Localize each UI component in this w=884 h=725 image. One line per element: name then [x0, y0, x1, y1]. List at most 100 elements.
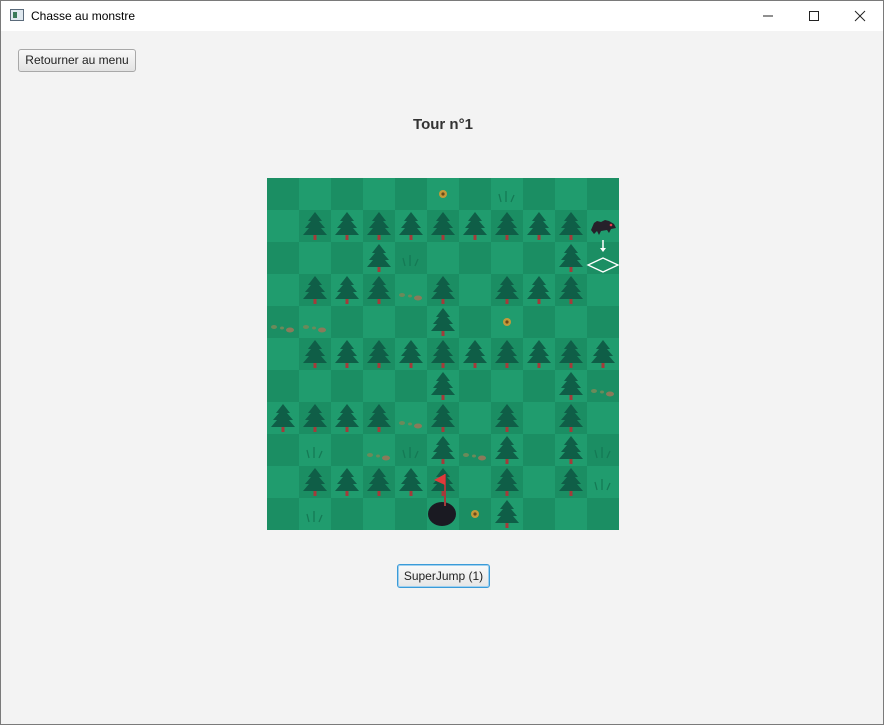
pebble	[414, 423, 422, 429]
board-tile[interactable]	[523, 178, 555, 210]
title-bar: Chasse au monstre	[1, 1, 883, 31]
pebble	[591, 389, 597, 393]
board-tile[interactable]	[299, 498, 331, 530]
board-tile[interactable]	[395, 306, 427, 338]
board-tile[interactable]	[331, 498, 363, 530]
board-tile[interactable]	[587, 370, 619, 402]
board-tile[interactable]	[587, 466, 619, 498]
board-tile[interactable]	[395, 498, 427, 530]
board-tile[interactable]	[363, 306, 395, 338]
pebble	[303, 325, 309, 329]
board-tile[interactable]	[363, 178, 395, 210]
board-tile[interactable]	[395, 402, 427, 434]
pebble	[478, 455, 486, 461]
board-tile[interactable]	[459, 274, 491, 306]
board-tile[interactable]	[299, 434, 331, 466]
board-tile[interactable]	[523, 306, 555, 338]
board-tile[interactable]	[587, 274, 619, 306]
board-tile[interactable]	[299, 370, 331, 402]
board-tile[interactable]	[523, 370, 555, 402]
pebble	[376, 454, 380, 458]
board-tile[interactable]	[331, 306, 363, 338]
minimize-button[interactable]	[745, 1, 791, 31]
board-tile[interactable]	[459, 178, 491, 210]
board-tile[interactable]	[555, 498, 587, 530]
pebble	[414, 295, 422, 301]
board-tile[interactable]	[267, 178, 299, 210]
board-canvas	[267, 178, 619, 530]
game-board[interactable]	[267, 178, 619, 530]
board-tile[interactable]	[587, 178, 619, 210]
board-tile[interactable]	[267, 370, 299, 402]
flower-center	[473, 512, 477, 516]
pebble	[472, 454, 476, 458]
board-tile[interactable]	[267, 242, 299, 274]
pebble	[600, 390, 604, 394]
flower-center	[505, 320, 509, 324]
board-tile[interactable]	[267, 210, 299, 242]
board-tile[interactable]	[459, 242, 491, 274]
pebble	[399, 293, 405, 297]
board-tile[interactable]	[587, 402, 619, 434]
board-tile[interactable]	[523, 434, 555, 466]
maximize-icon	[809, 11, 819, 21]
board-tile[interactable]	[331, 434, 363, 466]
board-tile[interactable]	[395, 274, 427, 306]
pebble	[606, 391, 614, 397]
monster-eye	[609, 223, 613, 227]
superjump-button[interactable]: SuperJump (1)	[397, 564, 490, 588]
board-tile[interactable]	[363, 498, 395, 530]
pebble	[463, 453, 469, 457]
board-tile[interactable]	[587, 434, 619, 466]
board-tile[interactable]	[267, 338, 299, 370]
board-tile[interactable]	[363, 434, 395, 466]
board-tile[interactable]	[267, 274, 299, 306]
minimize-icon	[763, 15, 773, 17]
board-tile[interactable]	[299, 242, 331, 274]
board-tile[interactable]	[395, 370, 427, 402]
board-tile[interactable]	[555, 178, 587, 210]
close-icon	[854, 10, 866, 22]
board-tile[interactable]	[459, 306, 491, 338]
board-tile[interactable]	[459, 466, 491, 498]
board-tile[interactable]	[395, 178, 427, 210]
board-tile[interactable]	[587, 306, 619, 338]
board-tile[interactable]	[459, 434, 491, 466]
board-tile[interactable]	[523, 466, 555, 498]
board-tile[interactable]	[331, 178, 363, 210]
board-tile[interactable]	[331, 370, 363, 402]
board-tile[interactable]	[299, 178, 331, 210]
board-tile[interactable]	[523, 402, 555, 434]
pebble	[382, 455, 390, 461]
board-tile[interactable]	[267, 466, 299, 498]
maximize-button[interactable]	[791, 1, 837, 31]
pebble	[280, 326, 284, 330]
board-tile[interactable]	[523, 242, 555, 274]
pebble	[367, 453, 373, 457]
board-tile[interactable]	[427, 242, 459, 274]
board-tile[interactable]	[587, 498, 619, 530]
board-tile[interactable]	[267, 434, 299, 466]
flower-center	[441, 192, 445, 196]
pebble	[408, 422, 412, 426]
board-tile[interactable]	[331, 242, 363, 274]
board-tile[interactable]	[555, 306, 587, 338]
board-tile[interactable]	[267, 306, 299, 338]
back-to-menu-button[interactable]: Retourner au menu	[18, 49, 136, 72]
board-tile[interactable]	[363, 370, 395, 402]
board-tile[interactable]	[523, 498, 555, 530]
board-tile[interactable]	[459, 370, 491, 402]
pebble	[408, 294, 412, 298]
board-tile[interactable]	[491, 178, 523, 210]
board-tile[interactable]	[491, 370, 523, 402]
board-tile[interactable]	[459, 402, 491, 434]
close-button[interactable]	[837, 1, 883, 31]
board-tile[interactable]	[395, 434, 427, 466]
board-tile[interactable]	[267, 498, 299, 530]
board-tile[interactable]	[395, 242, 427, 274]
app-icon	[10, 9, 24, 21]
board-tile[interactable]	[491, 242, 523, 274]
pebble	[271, 325, 277, 329]
board-tile[interactable]	[299, 306, 331, 338]
window-title: Chasse au monstre	[31, 9, 136, 23]
